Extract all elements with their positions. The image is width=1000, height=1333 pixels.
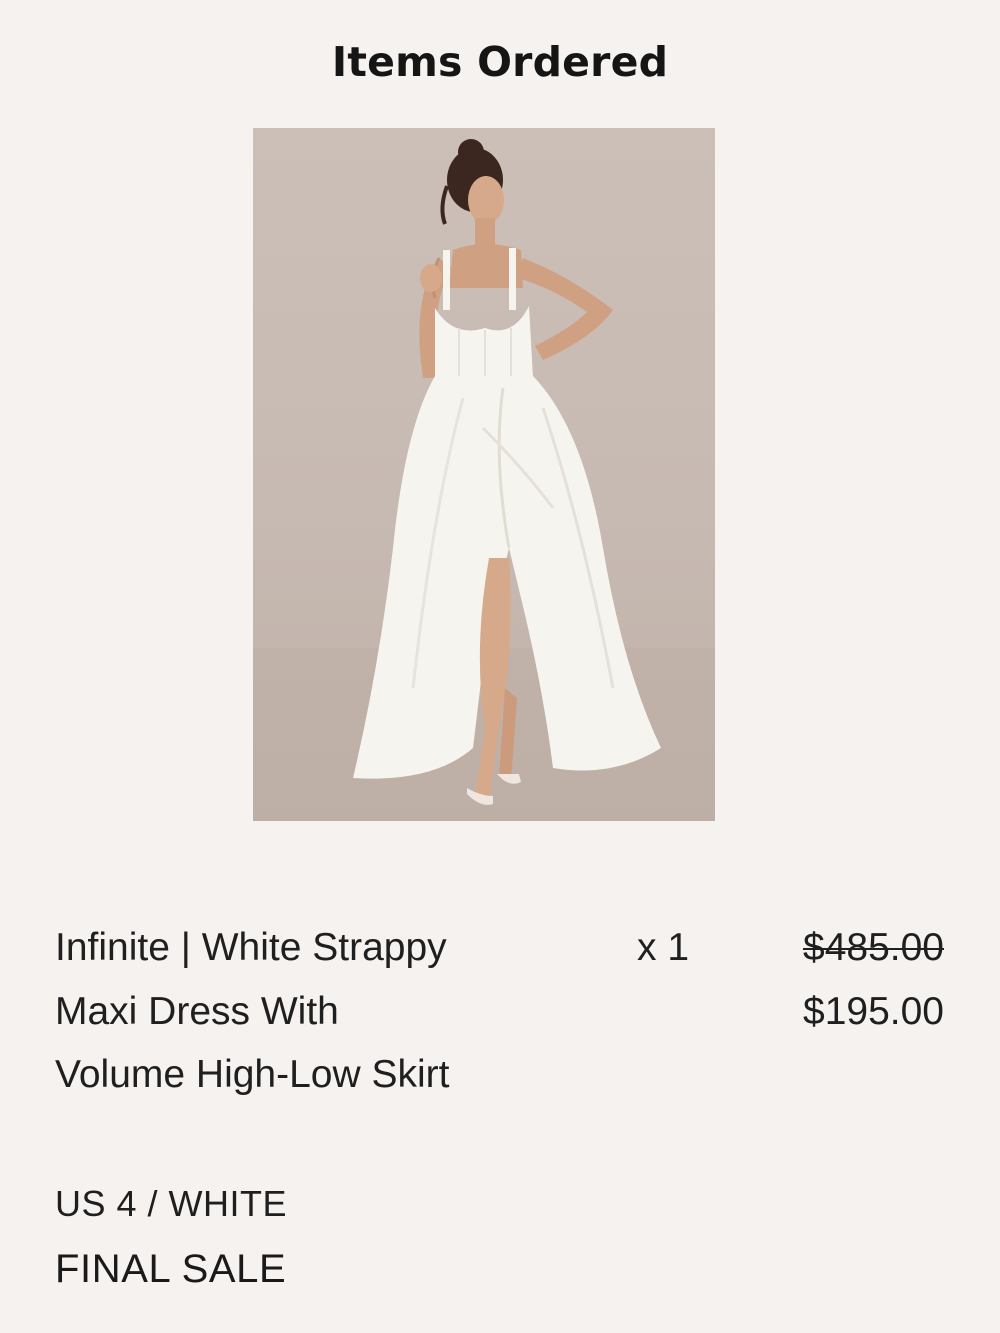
original-price: $485.00 xyxy=(803,926,944,969)
item-name[interactable]: Infinite | White Strappy Maxi Dress With… xyxy=(55,916,475,1107)
section-title: Items Ordered xyxy=(331,38,669,86)
item-variant: US 4 / WHITE xyxy=(55,1183,288,1224)
sale-price: $195.00 xyxy=(803,990,944,1033)
item-quantity: x 1 xyxy=(637,926,690,969)
product-image[interactable] xyxy=(253,128,715,821)
final-sale-label: FINAL SALE xyxy=(55,1247,287,1291)
